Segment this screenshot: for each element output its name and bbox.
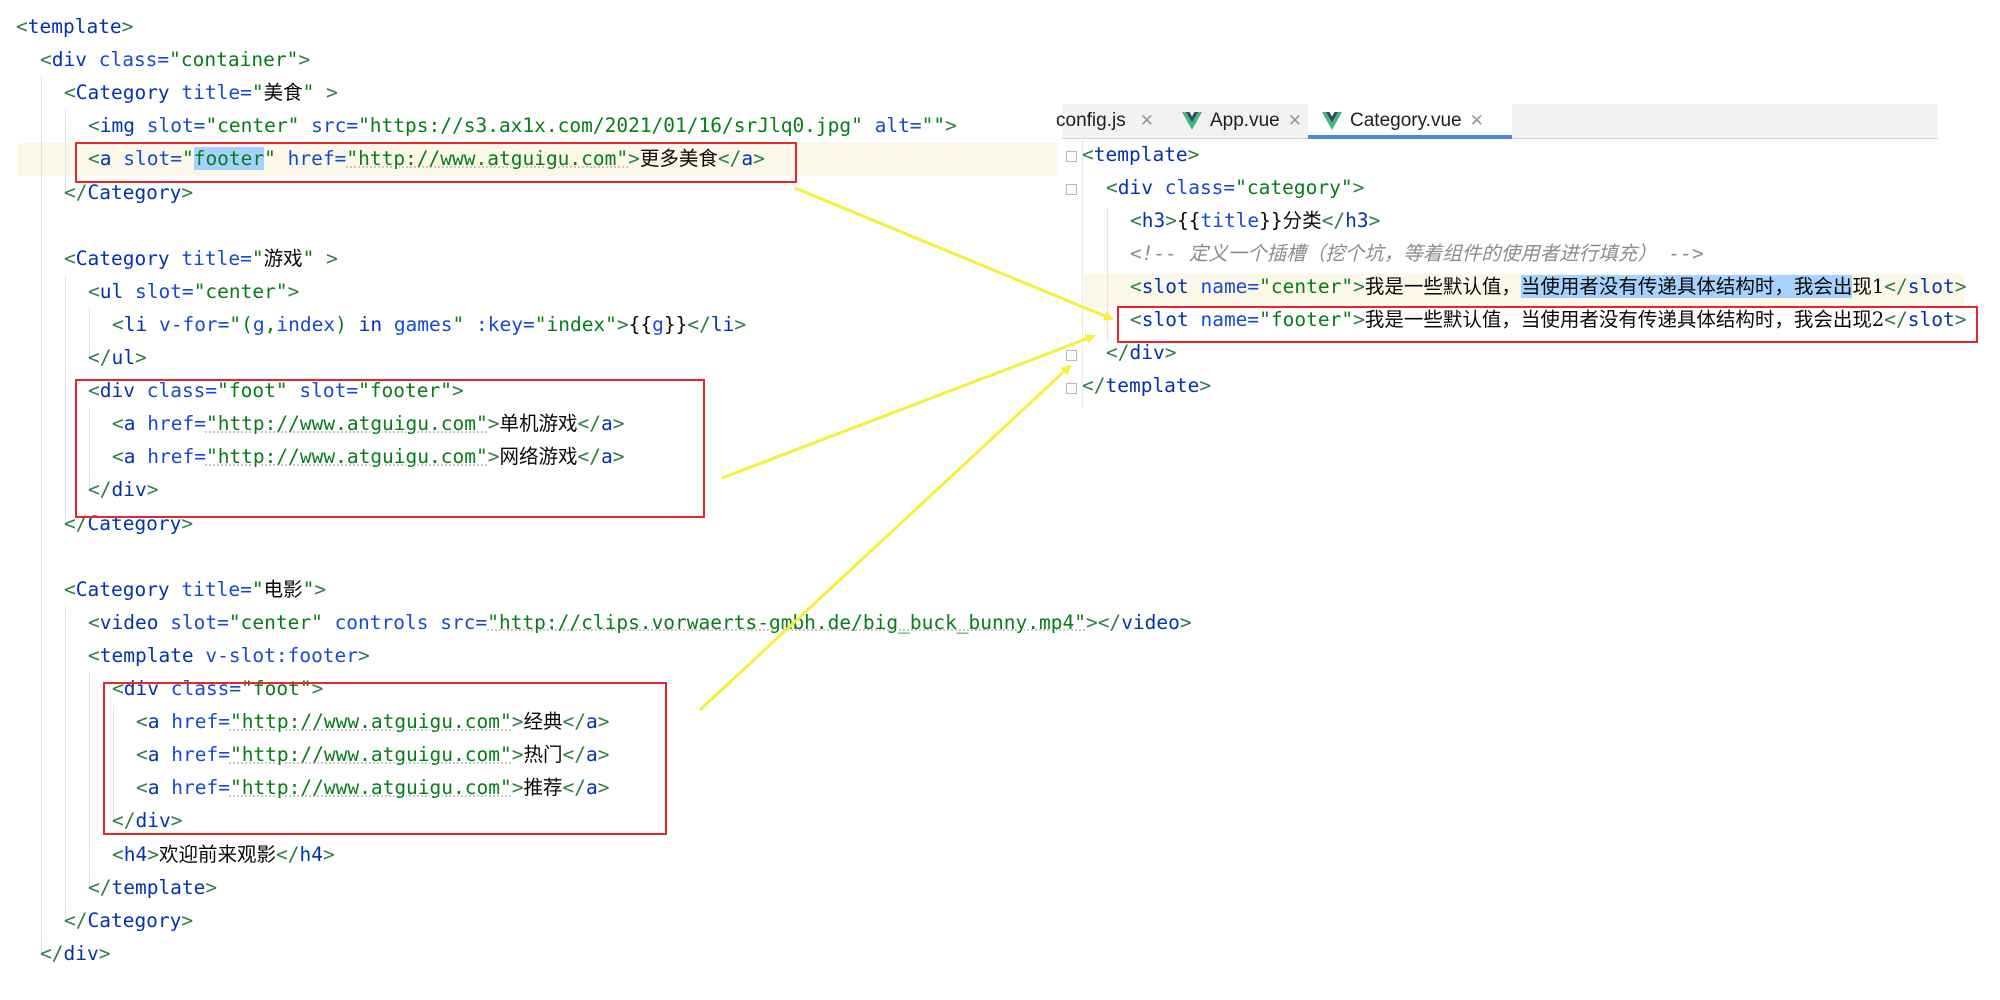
arrow-game-to-footer-slot bbox=[721, 334, 1096, 480]
arrow-movie-to-footer-slot bbox=[698, 364, 1072, 712]
annotation-arrows bbox=[698, 186, 1114, 712]
arrow-food-to-footer-slot bbox=[794, 186, 1114, 321]
